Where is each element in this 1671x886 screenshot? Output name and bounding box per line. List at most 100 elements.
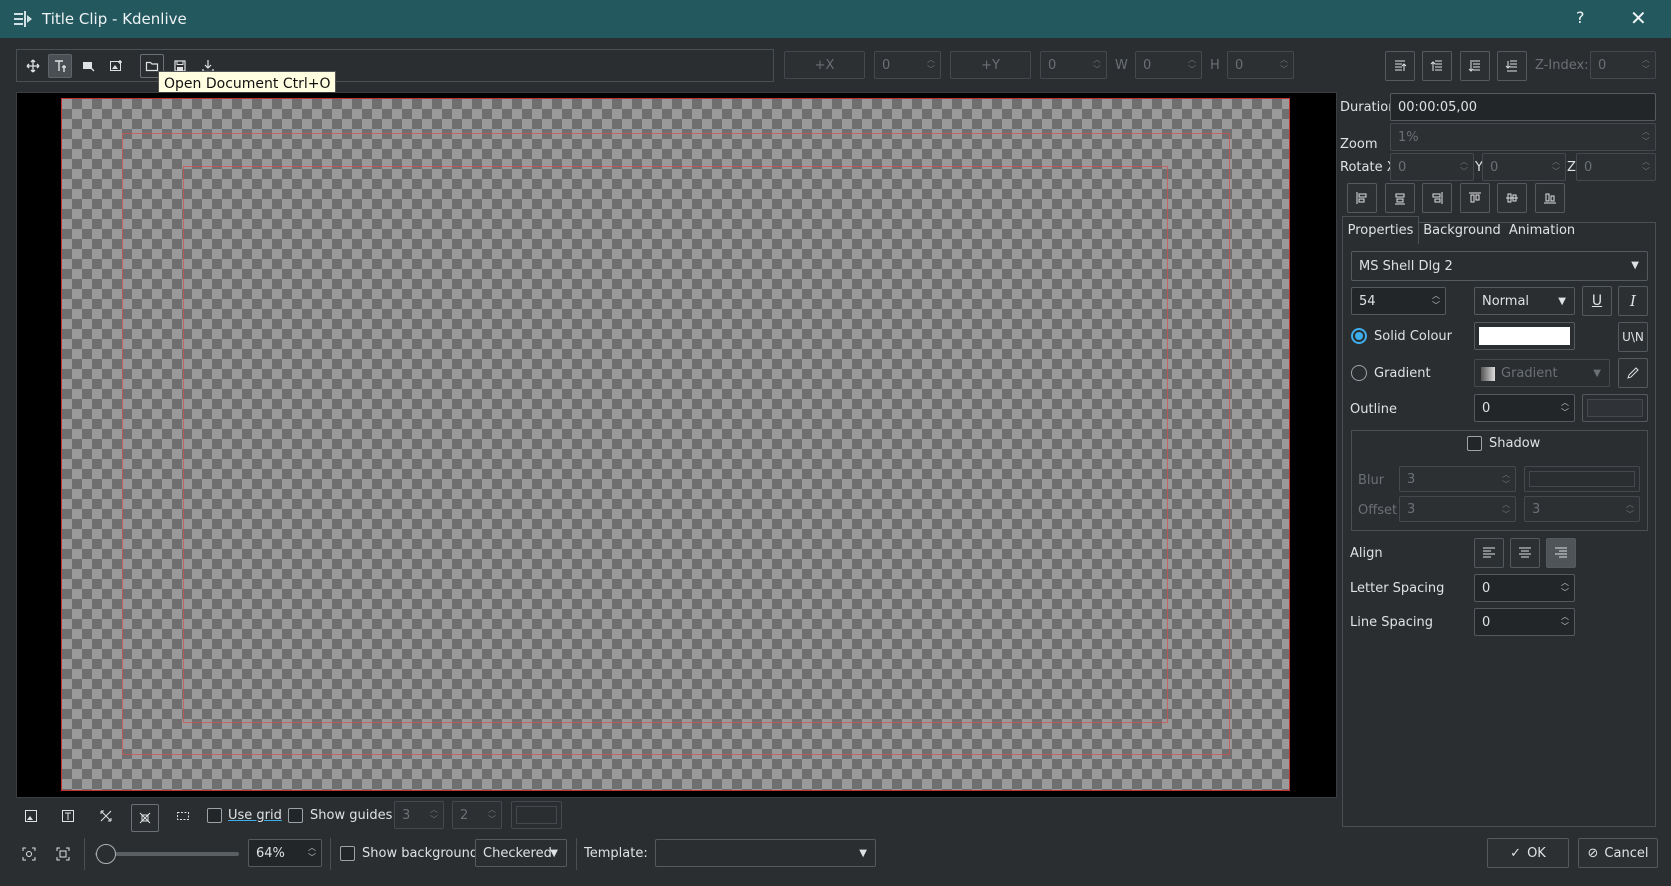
- line-spacing-spinbox[interactable]: 0 ︿ ﹀: [1474, 608, 1575, 636]
- use-grid-checkbox[interactable]: [207, 808, 222, 823]
- zindex-spinbox[interactable]: 0 ︿ ﹀: [1590, 51, 1656, 79]
- duration-field[interactable]: 00:00:05,00: [1390, 93, 1656, 121]
- help-button[interactable]: ?: [1576, 8, 1585, 27]
- spin-arrows-icon[interactable]: ︿ ﹀: [1560, 578, 1570, 598]
- lower-to-bottom-icon[interactable]: [1497, 51, 1527, 81]
- solid-colour-label: Solid Colour: [1374, 329, 1452, 344]
- blur-spinbox[interactable]: 3 ︿ ﹀: [1399, 466, 1516, 492]
- spin-arrows-icon[interactable]: ︿ ﹀: [1187, 55, 1197, 75]
- tab-background[interactable]: Background: [1422, 216, 1502, 244]
- text-align-right-icon[interactable]: [1546, 538, 1576, 568]
- zoom-slider-handle[interactable]: [96, 844, 116, 864]
- spin-arrows-icon[interactable]: ︿ ﹀: [1641, 157, 1651, 177]
- align-right-icon[interactable]: [1422, 183, 1452, 213]
- letter-case-icon[interactable]: U\N: [1618, 322, 1648, 352]
- edit-gradient-pencil-icon[interactable]: [1618, 358, 1648, 388]
- selection-rect-icon[interactable]: [171, 804, 195, 828]
- spin-arrows-icon[interactable]: ︿ ﹀: [1092, 55, 1102, 75]
- tab-animation[interactable]: Animation: [1506, 216, 1578, 244]
- cancel-button[interactable]: ⊘ Cancel: [1578, 838, 1658, 868]
- rotate-x-spinbox[interactable]: 0 ︿ ﹀: [1390, 153, 1474, 181]
- shadow-checkbox[interactable]: [1467, 436, 1482, 451]
- text-tool-icon[interactable]: [48, 54, 72, 78]
- align-vcenter-icon[interactable]: [1497, 183, 1527, 213]
- spin-arrows-icon[interactable]: ︿ ﹀: [1501, 500, 1511, 520]
- zoom-fit-icon[interactable]: [51, 842, 75, 866]
- guides-vertical-spinbox[interactable]: 2 ︿ ﹀: [452, 801, 502, 829]
- raise-icon[interactable]: [1422, 51, 1452, 81]
- plus-y-button[interactable]: +Y: [950, 51, 1031, 79]
- solid-colour-button[interactable]: [1474, 322, 1575, 350]
- show-background-checkbox[interactable]: [340, 846, 355, 861]
- zoom-original-icon[interactable]: [17, 842, 41, 866]
- gradient-radio[interactable]: [1351, 365, 1367, 381]
- template-combo[interactable]: ▼: [655, 839, 876, 867]
- offset-x-spinbox[interactable]: 3 ︿ ﹀: [1399, 496, 1516, 522]
- window-title: Title Clip - Kdenlive: [42, 10, 187, 28]
- align-bottom-icon[interactable]: [1535, 183, 1565, 213]
- guides-horizontal-spinbox[interactable]: 3 ︿ ﹀: [394, 801, 444, 829]
- image-view-icon[interactable]: [19, 804, 43, 828]
- outline-colour-button[interactable]: [1582, 394, 1648, 422]
- zoom-slider[interactable]: [95, 852, 239, 856]
- offset-y-spinbox[interactable]: 3 ︿ ﹀: [1524, 496, 1640, 522]
- show-guides-checkbox[interactable]: [288, 808, 303, 823]
- spin-arrows-icon[interactable]: ︿ ﹀: [1560, 612, 1570, 632]
- underline-icon[interactable]: U: [1582, 286, 1612, 316]
- plus-x-button[interactable]: +X: [784, 51, 865, 79]
- spin-arrows-icon[interactable]: ︿ ﹀: [1551, 157, 1561, 177]
- width-spinbox[interactable]: 0 ︿ ﹀: [1135, 51, 1202, 79]
- spin-arrows-icon[interactable]: ︿ ﹀: [429, 805, 439, 825]
- show-background-label: Show background: [362, 846, 479, 861]
- guide-colour-button[interactable]: [511, 801, 562, 829]
- height-spinbox[interactable]: 0 ︿ ﹀: [1227, 51, 1294, 79]
- text-frame-icon[interactable]: [56, 804, 80, 828]
- shadow-colour-button[interactable]: [1524, 466, 1640, 492]
- spin-arrows-icon[interactable]: ︿ ﹀: [1641, 55, 1651, 75]
- cancel-icon: ⊘: [1587, 845, 1599, 861]
- spin-arrows-icon[interactable]: ︿ ﹀: [1641, 127, 1651, 147]
- spin-arrows-icon[interactable]: ︿ ﹀: [926, 55, 936, 75]
- letter-spacing-spinbox[interactable]: 0 ︿ ﹀: [1474, 574, 1575, 602]
- rotate-y-value: 0: [1490, 159, 1499, 175]
- align-top-icon[interactable]: [1460, 183, 1490, 213]
- raise-to-top-icon[interactable]: [1385, 51, 1415, 81]
- spin-arrows-icon[interactable]: ︿ ﹀: [1501, 470, 1511, 490]
- spin-arrows-icon[interactable]: ︿ ﹀: [1625, 500, 1635, 520]
- rectangle-tool-icon[interactable]: [76, 54, 100, 78]
- font-weight-combo[interactable]: Normal ▼: [1474, 287, 1575, 315]
- outline-spinbox[interactable]: 0 ︿ ﹀: [1474, 394, 1575, 422]
- align-hcenter-icon[interactable]: [1385, 183, 1415, 213]
- ok-button[interactable]: ✓ OK: [1487, 838, 1569, 868]
- spin-arrows-icon[interactable]: ︿ ﹀: [307, 843, 317, 863]
- select-tool-icon[interactable]: [21, 54, 45, 78]
- fit-zoom-icon[interactable]: [94, 804, 118, 828]
- lower-icon[interactable]: [1460, 51, 1490, 81]
- background-style-combo[interactable]: Checkered ▼: [475, 839, 567, 867]
- x-position-spinbox[interactable]: 0 ︿ ﹀: [874, 51, 941, 79]
- image-tool-icon[interactable]: [104, 54, 128, 78]
- spin-arrows-icon[interactable]: ︿ ﹀: [487, 805, 497, 825]
- font-family-combo[interactable]: MS Shell Dlg 2 ▼: [1351, 251, 1648, 281]
- spin-arrows-icon[interactable]: ︿ ﹀: [1560, 398, 1570, 418]
- title-bar: Title Clip - Kdenlive ? ✕: [0, 0, 1671, 38]
- spin-arrows-icon[interactable]: ︿ ﹀: [1279, 55, 1289, 75]
- text-align-center-icon[interactable]: [1510, 538, 1540, 568]
- font-size-spinbox[interactable]: 54 ︿ ﹀: [1351, 287, 1446, 315]
- zoom-percent-spinbox[interactable]: 64% ︿ ﹀: [248, 839, 322, 867]
- offset-label: Offset: [1358, 503, 1398, 518]
- y-position-spinbox[interactable]: 0 ︿ ﹀: [1040, 51, 1107, 79]
- italic-icon[interactable]: I: [1618, 286, 1648, 316]
- align-left-icon[interactable]: [1347, 183, 1377, 213]
- rotate-y-spinbox[interactable]: 0 ︿ ﹀: [1482, 153, 1566, 181]
- zoom-spinbox[interactable]: 1% ︿ ﹀: [1390, 123, 1656, 151]
- gradient-combo[interactable]: Gradient ▼: [1474, 359, 1610, 387]
- fit-frame-icon[interactable]: [131, 804, 159, 832]
- text-align-left-icon[interactable]: [1474, 538, 1504, 568]
- close-button[interactable]: ✕: [1630, 6, 1647, 30]
- spin-arrows-icon[interactable]: ︿ ﹀: [1459, 157, 1469, 177]
- rotate-z-spinbox[interactable]: 0 ︿ ﹀: [1576, 153, 1656, 181]
- solid-colour-radio[interactable]: [1351, 328, 1367, 344]
- tab-properties[interactable]: Properties: [1342, 216, 1419, 244]
- spin-arrows-icon[interactable]: ︿ ﹀: [1431, 291, 1441, 311]
